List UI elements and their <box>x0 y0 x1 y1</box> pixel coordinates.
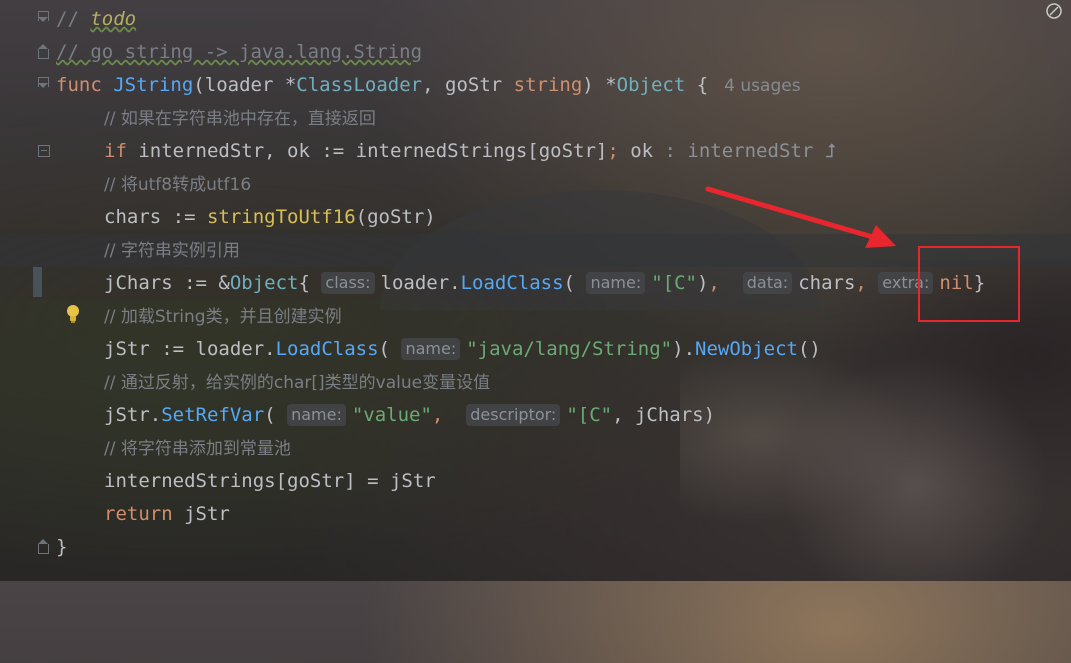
pointer: * <box>605 74 617 96</box>
interned-assign: internedStrings[goStr] = jStr <box>104 470 436 492</box>
fold-icon[interactable] <box>38 145 50 157</box>
string-literal: "java/lang/String" <box>466 338 673 360</box>
brace-close: } <box>56 536 68 558</box>
fold-icon[interactable] <box>36 77 50 93</box>
notification-icon[interactable] <box>1045 2 1063 20</box>
if-body: internedStr, ok := internedStrings[goStr… <box>126 140 608 162</box>
function-name[interactable]: JString <box>113 74 193 96</box>
string-literal: "[C" <box>566 404 613 426</box>
semicolon: ; <box>607 140 619 162</box>
param-loader: loader <box>204 74 285 96</box>
paren-close: ) <box>696 272 709 294</box>
method-newobject[interactable]: NewObject <box>695 338 798 360</box>
code-line-7[interactable]: chars := stringToUtf16(goStr) <box>0 201 1071 234</box>
method-loadclass[interactable]: LoadClass <box>461 272 564 294</box>
comment-cn-2: // 将utf8转成utf16 <box>104 175 252 195</box>
keyword-if: if <box>104 140 127 162</box>
fold-icon[interactable] <box>36 539 50 555</box>
code-line-6[interactable]: // 将utf8转成utf16 <box>0 168 1071 201</box>
comma: , <box>855 272 879 294</box>
type-object[interactable]: Object <box>230 272 299 294</box>
chars-ref: chars <box>798 272 856 294</box>
code-line-4[interactable]: // 如果在字符串池中存在，直接返回 <box>0 102 1071 135</box>
chars-args: (goStr) <box>355 206 436 228</box>
return-value: jStr <box>172 503 230 525</box>
code-line-8[interactable]: // 字符串实例引用 <box>0 234 1071 323</box>
paren: ( <box>193 74 205 96</box>
code-line-2[interactable]: // go string -> java.lang.String <box>0 36 1071 69</box>
chars-assign: chars := <box>104 206 207 228</box>
call-parens: () <box>797 338 821 360</box>
code-line-14[interactable]: // 将字符串添加到常量池 <box>0 432 1071 465</box>
code-line-13[interactable]: jStr.SetRefVar( name: "value", descriptor… <box>0 399 1071 432</box>
comment-cn-6: // 将字符串添加到常量池 <box>104 439 291 459</box>
paren: ( <box>378 338 390 360</box>
code-line-16[interactable]: return jStr <box>0 498 1071 531</box>
usages-hint[interactable]: 4 usages <box>724 76 800 96</box>
code-line-11[interactable]: jStr := loader.LoadClass( name: "java/lan… <box>0 333 1071 366</box>
code-editor[interactable]: // todo // go string -> java.lang.String… <box>0 3 1071 564</box>
return-arrow-icon: ⮥ <box>824 140 836 162</box>
inlay-hint-name: name: <box>586 272 646 294</box>
inlay-hint-name: name: <box>287 404 346 426</box>
code-line-9[interactable]: jChars := &Object{ class: loader.LoadClas… <box>0 267 1071 300</box>
comment-cn-4: // 加载String类，并且创建实例 <box>104 307 342 327</box>
brace: { <box>298 272 310 294</box>
if-ok: ok <box>618 140 654 162</box>
brace-open: { <box>685 74 709 96</box>
jstr-ref: jStr. <box>104 404 162 426</box>
code-line-10[interactable]: // 加载String类，并且创建实例 <box>0 300 1071 333</box>
comment-cn-5: // 通过反射，给实例的char[]类型的value变量设值 <box>104 373 491 393</box>
type-object[interactable]: Object <box>617 74 686 96</box>
inlay-hint-name: name: <box>401 338 461 360</box>
comment-convert: // go string -> java.lang.String <box>56 41 423 63</box>
loader-ref: loader. <box>380 272 461 294</box>
annotation-arrow-icon <box>705 186 896 248</box>
comma: , <box>422 74 446 96</box>
paren-close: ). <box>672 338 696 360</box>
comment-prefix: // <box>56 8 91 30</box>
method-setrefvar[interactable]: SetRefVar <box>161 404 264 426</box>
comment-cn-3: // 字符串实例引用 <box>104 241 240 261</box>
annotation-highlight-box <box>918 246 1020 322</box>
jchars-assign: jChars := & <box>104 272 230 294</box>
call-stringtoutf16[interactable]: stringToUtf16 <box>207 206 356 228</box>
inlay-hint-class: class: <box>321 272 375 294</box>
paren-close: ) <box>582 74 606 96</box>
code-line-17[interactable]: } <box>0 531 1071 564</box>
code-line-1[interactable]: // todo <box>0 3 1071 36</box>
string-literal: "[C" <box>651 272 697 294</box>
code-line-15[interactable]: internedStrings[goStr] = jStr <box>0 465 1071 498</box>
comma: , <box>431 404 455 426</box>
string-literal: "value" <box>351 404 432 426</box>
inlay-hint-descriptor: descriptor: <box>466 404 561 426</box>
comma: , <box>708 272 732 294</box>
comment-cn-1: // 如果在字符串池中存在，直接返回 <box>104 109 376 129</box>
type-classloader[interactable]: ClassLoader <box>296 74 422 96</box>
code-line-12[interactable]: // 通过反射，给实例的char[]类型的value变量设值 <box>0 366 1071 399</box>
pointer: * <box>284 74 297 96</box>
paren: ( <box>563 272 575 294</box>
args-rest: , jChars) <box>612 404 716 426</box>
keyword-return: return <box>104 503 173 525</box>
keyword-func: func <box>56 74 102 96</box>
fold-icon[interactable] <box>36 11 50 27</box>
code-line-3[interactable]: func JString(loader *ClassLoader, goStr … <box>0 69 1071 102</box>
inlay-hint-data: data: <box>742 272 793 294</box>
fold-icon[interactable] <box>36 44 50 60</box>
param-gostr: goStr <box>445 74 514 96</box>
todo-comment: todo <box>90 8 137 30</box>
jstr-assign: jStr := loader. <box>104 338 276 360</box>
method-loadclass[interactable]: LoadClass <box>276 338 379 360</box>
code-line-5[interactable]: if internedStr, ok := internedStrings[go… <box>0 135 1071 168</box>
inlay-hint-internedstr: : internedStr <box>653 140 825 162</box>
type-string: string <box>513 74 583 96</box>
paren: ( <box>264 404 276 426</box>
